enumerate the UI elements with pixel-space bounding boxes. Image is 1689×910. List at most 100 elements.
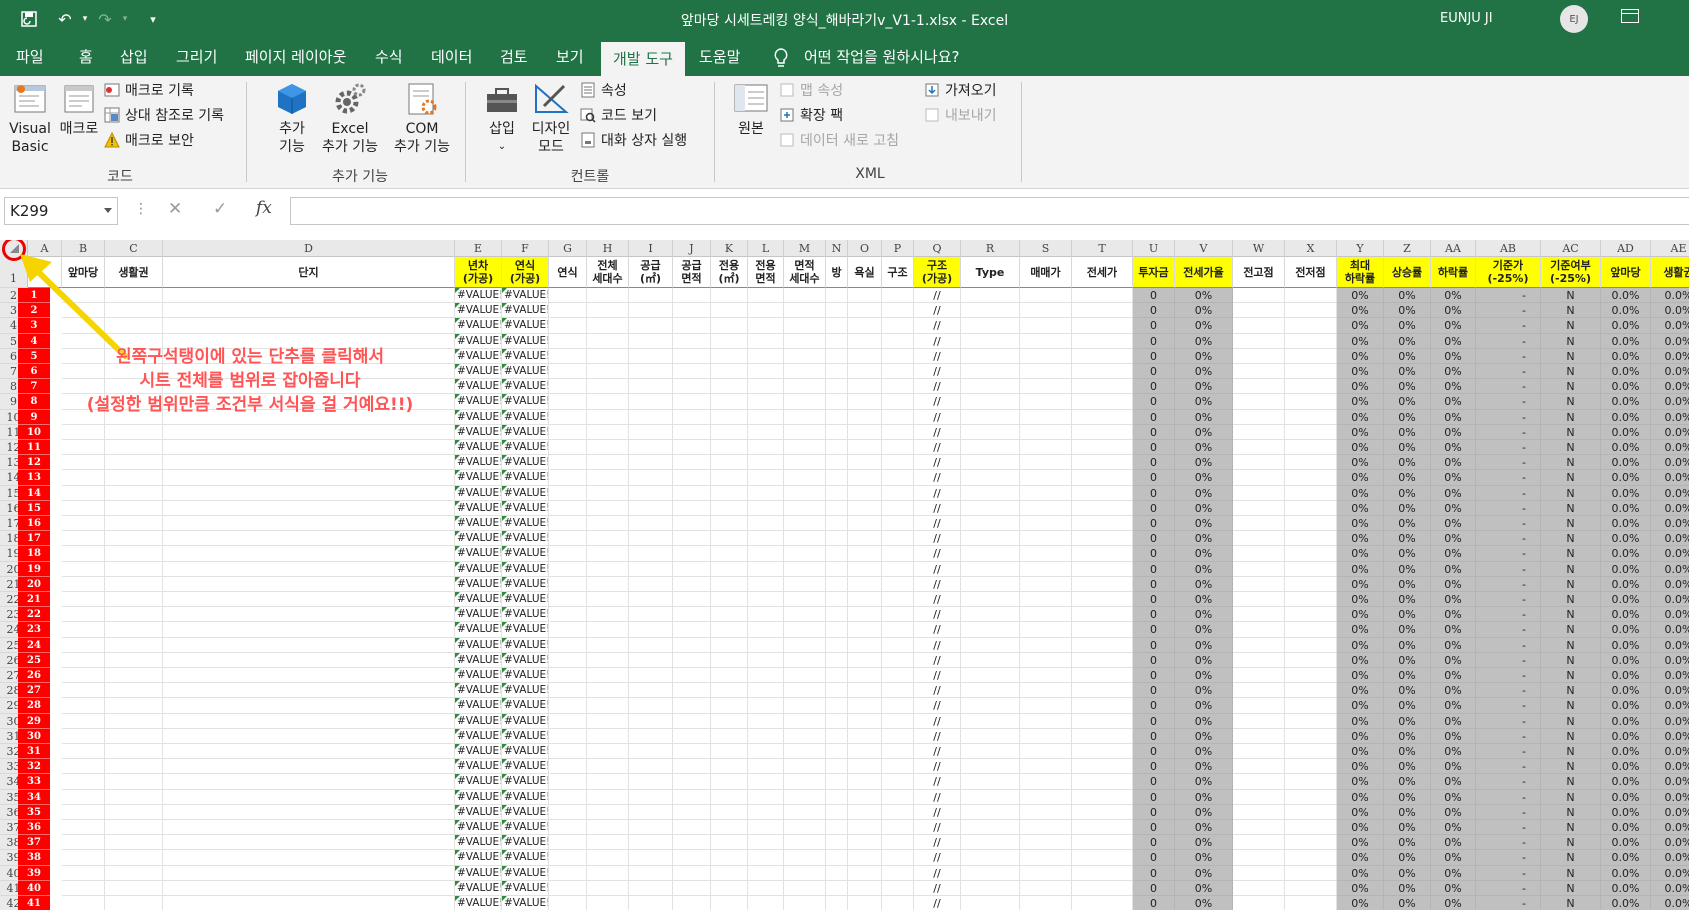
cell-m[interactable] <box>784 896 826 910</box>
cell-g[interactable] <box>549 683 587 699</box>
cell-ab[interactable]: - <box>1476 880 1541 896</box>
cell-m[interactable] <box>784 364 826 380</box>
cell-y[interactable]: 0% <box>1337 774 1384 790</box>
cell-j[interactable] <box>673 622 711 638</box>
row-number-cell[interactable]: 32 <box>18 759 50 775</box>
cell-g[interactable] <box>549 318 587 334</box>
cell-w[interactable] <box>1233 592 1285 608</box>
cell-t[interactable] <box>1072 531 1133 547</box>
cell-w[interactable] <box>1233 880 1285 896</box>
cell-ab[interactable]: - <box>1476 288 1541 304</box>
cell-g[interactable] <box>549 485 587 501</box>
cell-v[interactable]: 0% <box>1175 668 1233 684</box>
cell-ab[interactable]: - <box>1476 820 1541 836</box>
cell-e[interactable]: #VALUE! <box>455 576 502 592</box>
cell-f[interactable]: #VALUE! <box>502 440 549 456</box>
cell-x[interactable] <box>1285 592 1337 608</box>
xml-source-button[interactable]: 원본 <box>729 80 773 138</box>
cell-p[interactable] <box>882 652 914 668</box>
row-number-cell[interactable]: 15 <box>18 500 50 516</box>
cell-l[interactable] <box>748 637 784 653</box>
cell-ac[interactable]: N <box>1541 835 1601 851</box>
cell-x[interactable] <box>1285 622 1337 638</box>
cell-s[interactable] <box>1020 835 1072 851</box>
cell-ab[interactable]: - <box>1476 835 1541 851</box>
cell-z[interactable]: 0% <box>1384 561 1431 577</box>
cell-ac[interactable]: N <box>1541 820 1601 836</box>
cell-s[interactable] <box>1020 728 1072 744</box>
header-cell-ae[interactable]: 생활권 <box>1651 257 1689 288</box>
cell-u[interactable]: 0 <box>1133 880 1175 896</box>
cell-h[interactable] <box>587 531 629 547</box>
cell-q[interactable]: // <box>914 531 961 547</box>
cell-ad[interactable]: 0.0% <box>1601 652 1651 668</box>
header-cell-m[interactable]: 면적 세대수 <box>784 257 826 288</box>
row-number-cell[interactable]: 16 <box>18 516 50 532</box>
row-number-cell[interactable]: 29 <box>18 713 50 729</box>
cell-m[interactable] <box>784 835 826 851</box>
cell-u[interactable]: 0 <box>1133 394 1175 410</box>
cell-p[interactable] <box>882 485 914 501</box>
cell-y[interactable]: 0% <box>1337 728 1384 744</box>
cell-m[interactable] <box>784 455 826 471</box>
cell-g[interactable] <box>549 516 587 532</box>
cell-aa[interactable]: 0% <box>1431 622 1476 638</box>
cell-ac[interactable]: N <box>1541 364 1601 380</box>
cell-t[interactable] <box>1072 440 1133 456</box>
cell-o[interactable] <box>848 288 882 304</box>
cell-p[interactable] <box>882 440 914 456</box>
header-cell-s[interactable]: 매매가 <box>1020 257 1072 288</box>
cell-i[interactable] <box>629 576 673 592</box>
cell-x[interactable] <box>1285 546 1337 562</box>
cell-ad[interactable]: 0.0% <box>1601 744 1651 760</box>
cell-o[interactable] <box>848 394 882 410</box>
cell-o[interactable] <box>848 592 882 608</box>
cell-u[interactable]: 0 <box>1133 592 1175 608</box>
cell-z[interactable]: 0% <box>1384 683 1431 699</box>
tell-me-search[interactable]: 어떤 작업을 원하시나요? <box>804 38 960 76</box>
cell-i[interactable] <box>629 835 673 851</box>
cell-m[interactable] <box>784 318 826 334</box>
cell-e[interactable]: #VALUE! <box>455 409 502 425</box>
header-cell-h[interactable]: 전체 세대수 <box>587 257 629 288</box>
cell-n[interactable] <box>826 637 848 653</box>
row-number-cell[interactable]: 24 <box>18 637 50 653</box>
cell-u[interactable]: 0 <box>1133 683 1175 699</box>
cell-aa[interactable]: 0% <box>1431 865 1476 881</box>
cell-y[interactable]: 0% <box>1337 440 1384 456</box>
row-number-cell[interactable]: 34 <box>18 789 50 805</box>
cell-m[interactable] <box>784 516 826 532</box>
cell-ab[interactable]: - <box>1476 409 1541 425</box>
cell-n[interactable] <box>826 607 848 623</box>
cell-aa[interactable]: 0% <box>1431 531 1476 547</box>
cell-w[interactable] <box>1233 835 1285 851</box>
cell-q[interactable]: // <box>914 379 961 395</box>
cell-s[interactable] <box>1020 652 1072 668</box>
cell-x[interactable] <box>1285 607 1337 623</box>
cell-m[interactable] <box>784 652 826 668</box>
cell-h[interactable] <box>587 576 629 592</box>
cell-l[interactable] <box>748 516 784 532</box>
cell-s[interactable] <box>1020 516 1072 532</box>
cell-x[interactable] <box>1285 804 1337 820</box>
cell-ae[interactable]: 0.0% <box>1651 455 1689 471</box>
cell-u[interactable]: 0 <box>1133 789 1175 805</box>
cell-d[interactable] <box>163 622 455 638</box>
cell-aa[interactable]: 0% <box>1431 364 1476 380</box>
cell-l[interactable] <box>748 683 784 699</box>
cell-w[interactable] <box>1233 728 1285 744</box>
cell-i[interactable] <box>629 607 673 623</box>
cell-i[interactable] <box>629 713 673 729</box>
cell-g[interactable] <box>549 424 587 440</box>
cell-f[interactable]: #VALUE! <box>502 637 549 653</box>
cell-k[interactable] <box>711 804 748 820</box>
cell-w[interactable] <box>1233 576 1285 592</box>
cell-r[interactable] <box>961 622 1020 638</box>
cell-e[interactable]: #VALUE! <box>455 850 502 866</box>
cell-v[interactable]: 0% <box>1175 546 1233 562</box>
cell-v[interactable]: 0% <box>1175 774 1233 790</box>
cell-j[interactable] <box>673 364 711 380</box>
cell-p[interactable] <box>882 698 914 714</box>
cell-o[interactable] <box>848 698 882 714</box>
cell-f[interactable]: #VALUE! <box>502 303 549 319</box>
